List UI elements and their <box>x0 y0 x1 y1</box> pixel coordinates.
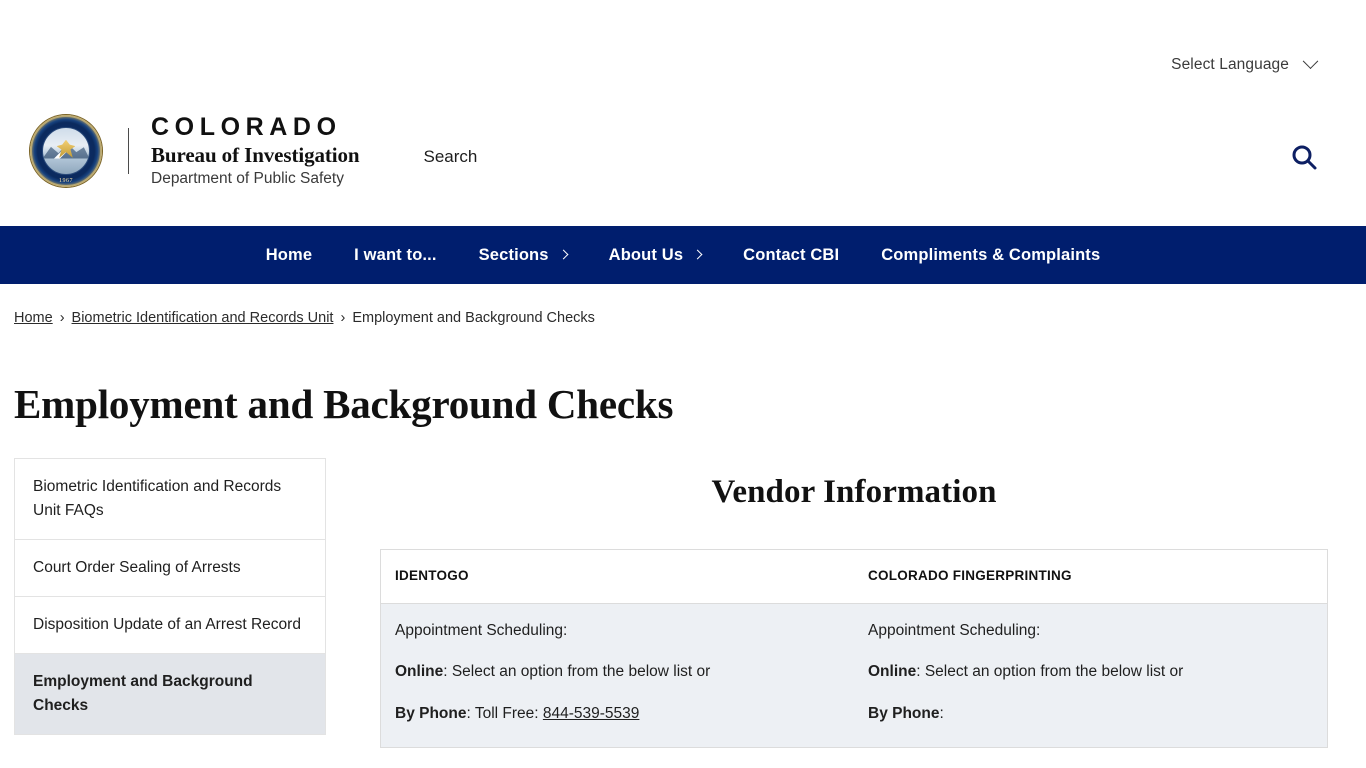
sidebar-item-label: Court Order Sealing of Arrests <box>33 559 241 577</box>
search-bar <box>419 139 1324 175</box>
identogo-phone-text: : Toll Free: <box>466 704 543 722</box>
sidebar-item-biometric-faqs[interactable]: Biometric Identification and Records Uni… <box>15 459 325 541</box>
nav-item-label: Compliments & Complaints <box>881 245 1101 264</box>
search-submit-button[interactable] <box>1284 139 1324 175</box>
cofp-phone-text: : <box>939 704 944 722</box>
nav-item-about-us[interactable]: About Us <box>588 226 723 284</box>
primary-navigation: Home I want to... Sections About Us Cont… <box>0 226 1366 284</box>
breadcrumb-separator: › <box>59 310 65 326</box>
table-header-row: IDENTOGO COLORADO FINGERPRINTING <box>380 549 1328 604</box>
nav-item-contact-cbi[interactable]: Contact CBI <box>722 226 860 284</box>
brand-department: Bureau of Investigation <box>151 142 360 167</box>
identogo-online-line: Online: Select an option from the below … <box>395 661 840 683</box>
table-head: IDENTOGO COLORADO FINGERPRINTING <box>380 549 1328 604</box>
language-selector-label: Select Language <box>1171 56 1289 73</box>
nav-item-label: About Us <box>608 245 684 264</box>
breadcrumb-item-home[interactable]: Home <box>14 310 53 326</box>
table-row: Appointment Scheduling: Online: Select a… <box>380 603 1328 748</box>
page-title: Employment and Background Checks <box>14 381 674 427</box>
language-selector[interactable]: Select Language <box>1171 52 1319 74</box>
sidebar-item-label: Employment and Background Checks <box>33 673 253 715</box>
nav-item-label: Contact CBI <box>743 245 840 264</box>
identogo-phone-link[interactable]: 844-539-5539 <box>543 705 640 722</box>
chevron-right-icon <box>558 249 569 259</box>
identogo-online-label: Online <box>395 663 444 681</box>
sidebar-item-label: Disposition Update of an Arrest Record <box>33 616 301 634</box>
cell-colorado-fingerprinting: Appointment Scheduling: Online: Select a… <box>854 603 1328 748</box>
cofp-online-line: Online: Select an option from the below … <box>868 661 1313 683</box>
cbi-seal-icon: 1967 <box>30 114 102 187</box>
identogo-online-text: : Select an option from the below list o… <box>443 663 711 681</box>
cofp-phone-line: By Phone: <box>868 703 1313 725</box>
breadcrumb: Home › Biometric Identification and Reco… <box>0 284 1366 326</box>
nav-item-home[interactable]: Home <box>245 226 333 284</box>
brand-state: COLORADO <box>151 112 342 141</box>
vendor-information-table: IDENTOGO COLORADO FINGERPRINTING Appoint… <box>380 549 1328 749</box>
nav-item-label: Sections <box>478 245 549 264</box>
identogo-appointment-scheduling: Appointment Scheduling: <box>395 622 568 639</box>
section-heading: Vendor Information <box>711 474 997 510</box>
cell-identogo: Appointment Scheduling: Online: Select a… <box>380 603 854 748</box>
breadcrumb-item-biometric-unit[interactable]: Biometric Identification and Records Uni… <box>72 310 334 326</box>
cofp-appointment-scheduling: Appointment Scheduling: <box>868 622 1041 639</box>
identogo-phone-label: By Phone <box>395 704 467 722</box>
nav-item-label: I want to... <box>354 245 437 264</box>
identogo-phone-line: By Phone: Toll Free: 844-539-5539 <box>395 703 840 725</box>
page-content: Biometric Identification and Records Uni… <box>0 458 1366 749</box>
seal-year: 1967 <box>59 177 73 184</box>
cofp-online-label: Online <box>868 663 917 681</box>
chevron-right-icon <box>692 249 703 259</box>
table-body: Appointment Scheduling: Online: Select a… <box>380 603 1328 748</box>
brand-parent-agency: Department of Public Safety <box>151 169 344 187</box>
nav-item-i-want-to[interactable]: I want to... <box>333 226 457 284</box>
section-sidebar: Biometric Identification and Records Uni… <box>14 458 326 736</box>
table-header-colorado-fingerprinting: COLORADO FINGERPRINTING <box>854 549 1328 604</box>
nav-item-sections[interactable]: Sections <box>458 226 588 284</box>
brand-logo-link[interactable]: 1967 COLORADO Bureau of Investigation De… <box>30 112 360 189</box>
nav-item-compliments-complaints[interactable]: Compliments & Complaints <box>860 226 1121 284</box>
breadcrumb-item-current: Employment and Background Checks <box>352 310 595 326</box>
chevron-down-icon <box>1302 52 1319 69</box>
search-input[interactable] <box>419 139 1274 175</box>
site-header: 1967 COLORADO Bureau of Investigation De… <box>0 76 1366 226</box>
brand-divider <box>128 127 129 175</box>
table-header-identogo: IDENTOGO <box>380 549 854 604</box>
sidebar-item-court-order-sealing[interactable]: Court Order Sealing of Arrests <box>15 540 325 598</box>
sidebar-item-label: Biometric Identification and Records Uni… <box>33 478 282 520</box>
brand-text: COLORADO Bureau of Investigation Departm… <box>151 112 360 189</box>
cofp-phone-label: By Phone <box>868 704 940 722</box>
breadcrumb-separator: › <box>340 310 346 326</box>
main-column: Vendor Information IDENTOGO COLORADO FIN… <box>380 458 1328 749</box>
sidebar-item-disposition-update[interactable]: Disposition Update of an Arrest Record <box>15 597 325 655</box>
nav-item-label: Home <box>265 245 313 264</box>
search-icon <box>1292 145 1317 170</box>
cofp-online-text: : Select an option from the below list o… <box>916 663 1184 681</box>
sidebar-item-employment-background-checks[interactable]: Employment and Background Checks <box>15 654 325 736</box>
